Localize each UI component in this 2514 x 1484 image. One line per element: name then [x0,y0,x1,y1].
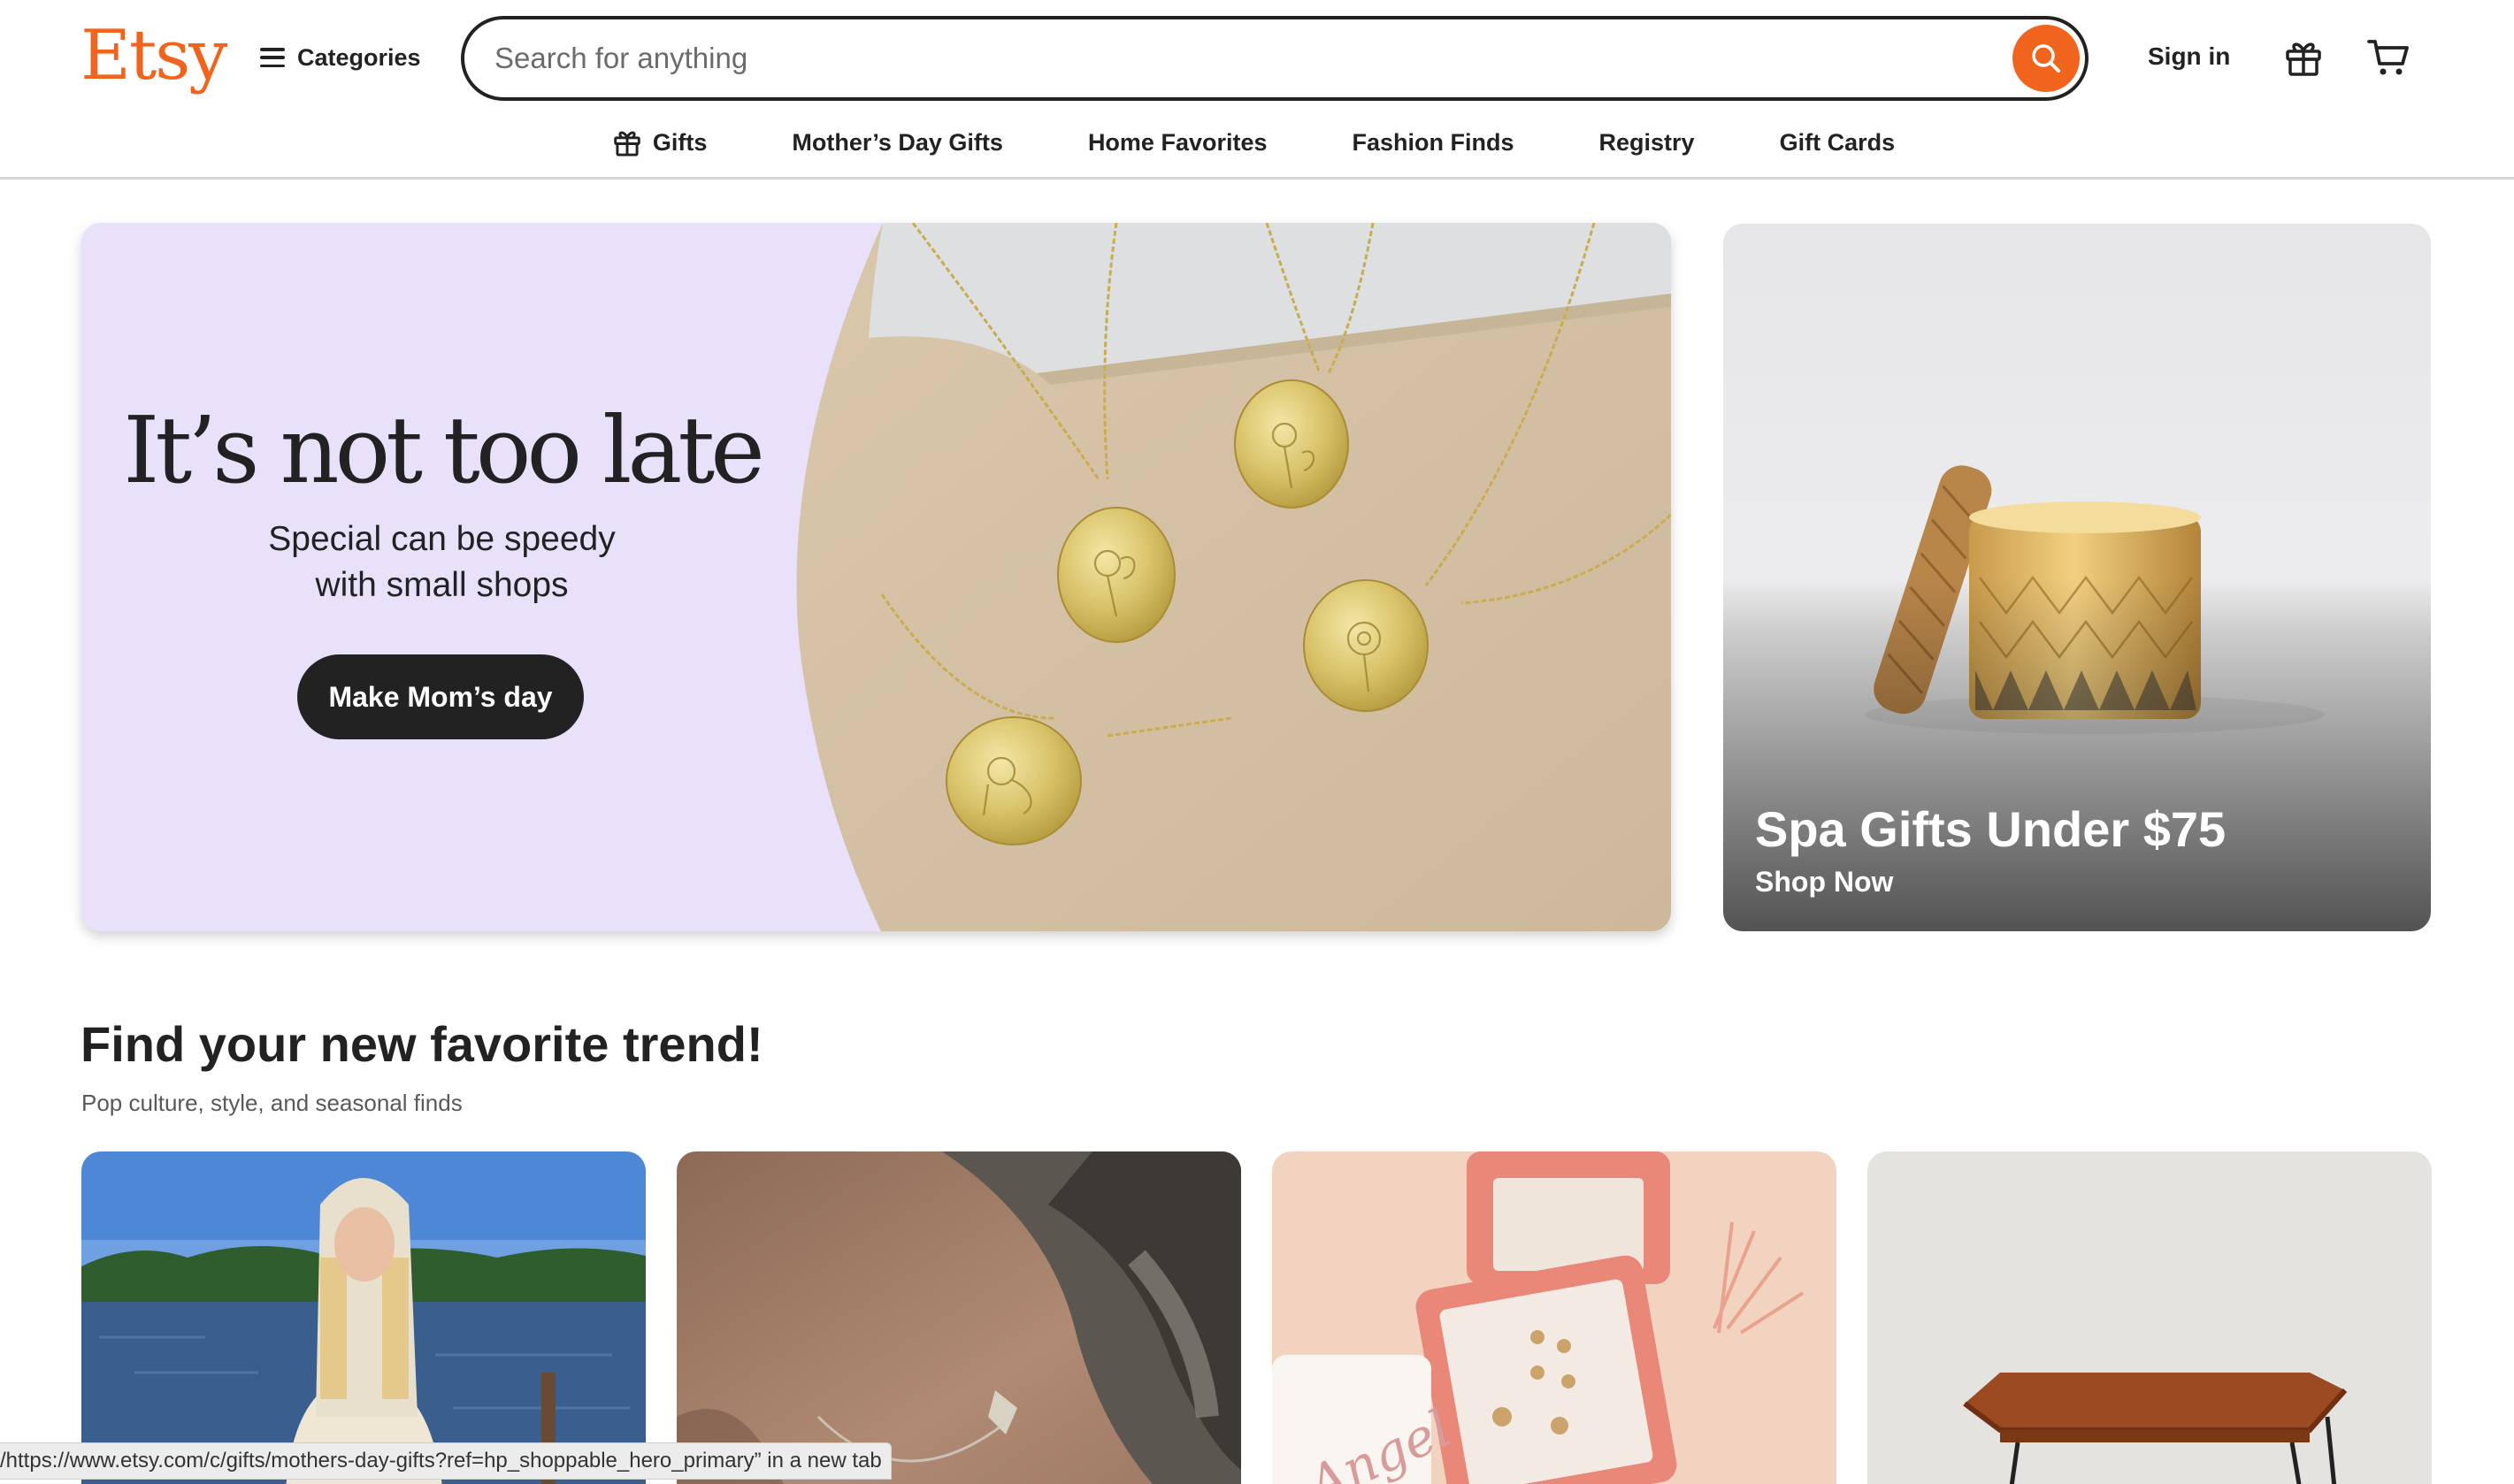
hamburger-menu-icon [260,48,285,67]
nav-item-fashion-finds[interactable]: Fashion Finds [1310,127,1557,157]
nav-item-gifts[interactable]: Gifts [570,127,750,157]
trends-heading: Find your new favorite trend! [80,1016,763,1072]
trends-subtitle: Pop culture, style, and seasonal finds [81,1090,463,1116]
hero-subtitle-line-1: Special can be speedy [268,520,616,558]
sign-in-link[interactable]: Sign in [2148,42,2230,71]
table-image [1867,1151,2432,1484]
nav-item-registry[interactable]: Registry [1557,127,1737,157]
trend-card-sweater[interactable] [81,1151,646,1484]
shop-now-link[interactable]: Shop Now [1755,866,1893,899]
search-icon [2032,44,2060,73]
gift-mode-button[interactable] [2277,31,2330,84]
nav-item-home-favorites[interactable]: Home Favorites [1046,127,1310,157]
hero-title: It’s not too late [123,396,765,504]
trend-card-furniture[interactable] [1867,1151,2432,1484]
woman-lake-image [81,1151,646,1484]
cart-icon [2367,40,2409,75]
make-moms-day-button[interactable]: Make Mom’s day [297,654,584,739]
categories-label: Categories [297,43,421,71]
nav-item-gift-cards[interactable]: Gift Cards [1737,127,1938,157]
necklace-closeup-image [677,1151,1241,1484]
spa-gifts-card[interactable]: Spa Gifts Under $75 Shop Now [1723,224,2431,931]
link-status-bar: /https://www.etsy.com/c/gifts/mothers-da… [0,1442,892,1480]
gift-icon [2286,42,2321,76]
jewelry-box-image: Angel [1272,1151,1836,1484]
trend-card-necklace[interactable] [677,1151,1241,1484]
search-button[interactable] [2012,25,2080,92]
categories-button[interactable]: Categories [260,35,421,80]
cart-button[interactable] [2362,31,2415,84]
gift-icon [614,131,640,157]
hero-subtitle: Special can be speedy with small shops [81,516,802,608]
hero-subtitle-line-2: with small shops [315,566,569,604]
spa-card-title: Spa Gifts Under $75 [1755,801,2227,857]
search-input[interactable] [494,28,1998,88]
search-bar [461,16,2089,101]
trend-card-jewelry-box[interactable]: Angel [1272,1151,1836,1484]
site-header: Etsy Categories Sign in [0,0,2514,180]
category-nav: Gifts Mother’s Day Gifts Home Favorites … [0,120,2514,164]
hero-banner[interactable]: It’s not too late Special can be speedy … [81,223,1671,931]
etsy-logo[interactable]: Etsy [80,16,227,96]
nav-item-mothers-day-gifts[interactable]: Mother’s Day Gifts [749,127,1046,157]
nav-item-label: Gifts [652,128,708,156]
